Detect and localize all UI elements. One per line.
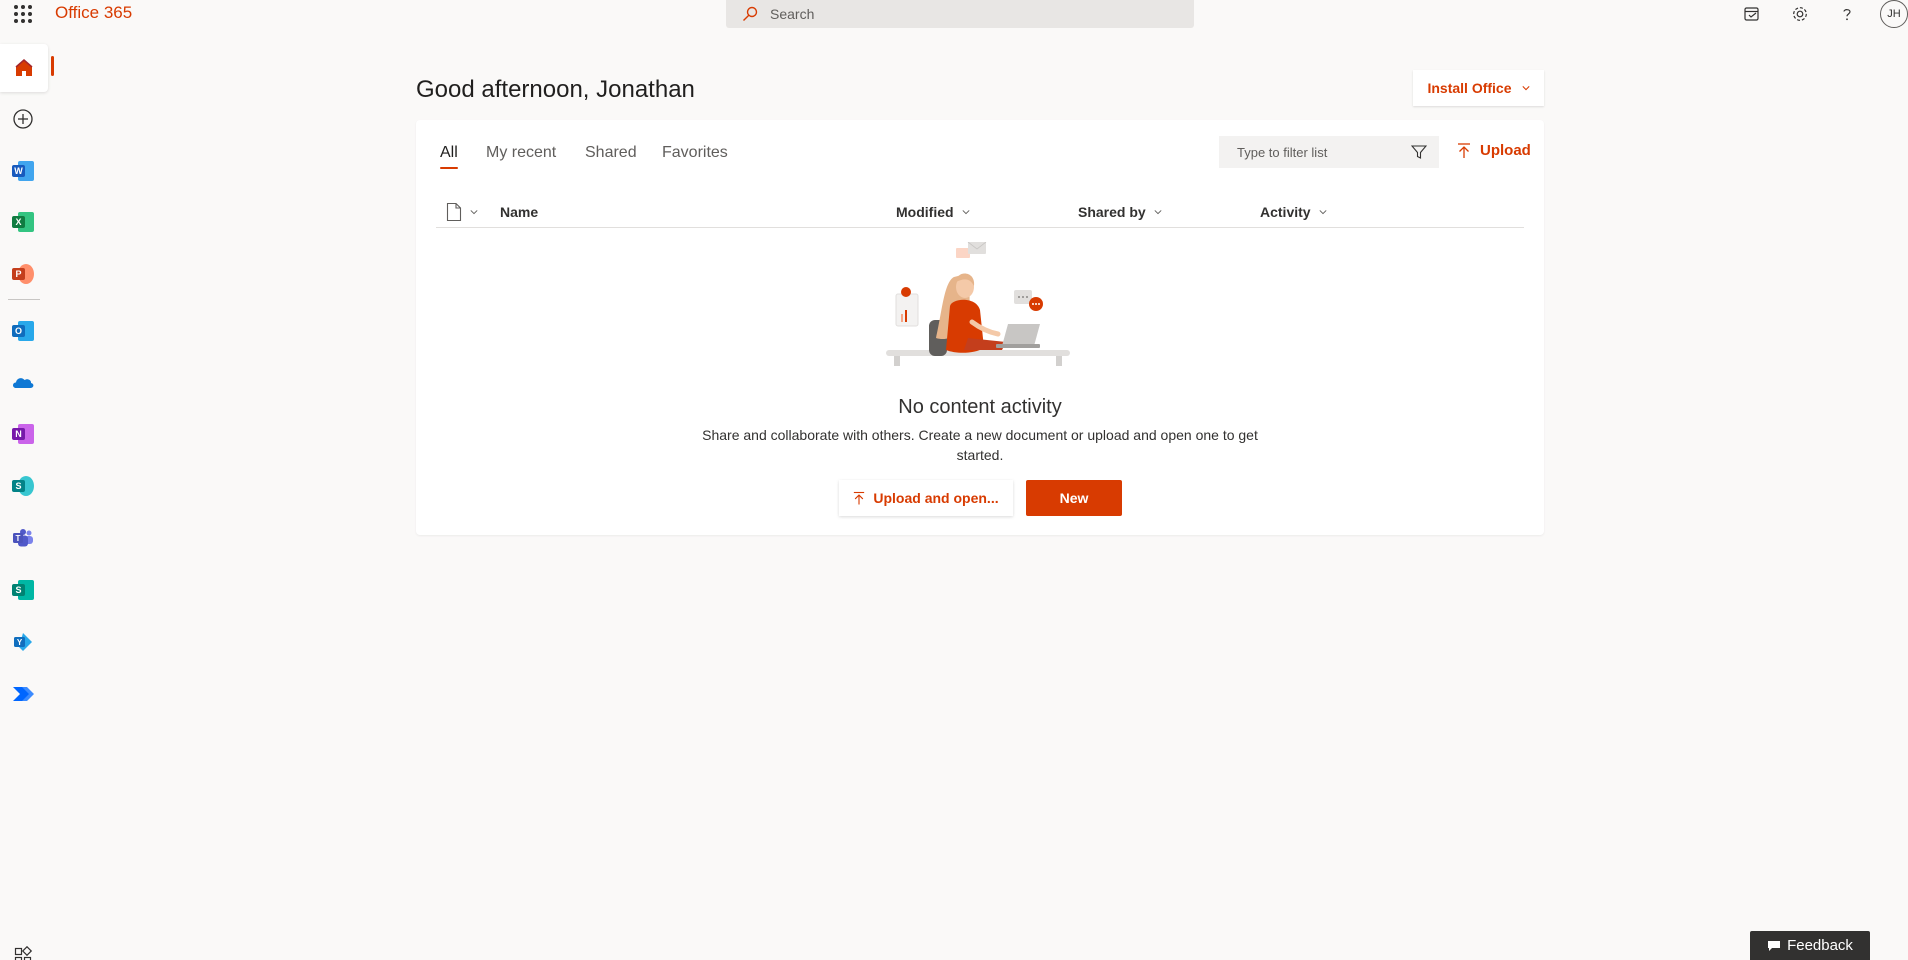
greeting-title: Good afternoon, Jonathan bbox=[416, 76, 695, 103]
modified-column-header[interactable]: Modified bbox=[896, 204, 970, 220]
rail-item-powerpoint[interactable]: P bbox=[0, 250, 46, 298]
all-apps-icon bbox=[14, 946, 33, 960]
rail-item-onedrive[interactable] bbox=[0, 358, 46, 406]
chevron-down-icon bbox=[1154, 210, 1162, 215]
rail-item-yammer[interactable]: Y bbox=[0, 618, 46, 666]
home-icon bbox=[15, 59, 33, 76]
empty-state-description: Share and collaborate with others. Creat… bbox=[702, 427, 1258, 463]
install-office-button[interactable]: Install Office bbox=[1413, 70, 1544, 106]
chevron-down-icon bbox=[1521, 86, 1530, 91]
documents-card: All My recent Shared Favorites Upload Na… bbox=[416, 120, 1544, 535]
settings-icon[interactable] bbox=[1788, 2, 1812, 26]
filter-input[interactable] bbox=[1237, 142, 1397, 162]
search-box[interactable] bbox=[726, 0, 1194, 28]
tab-all[interactable]: All bbox=[440, 144, 458, 169]
onedrive-icon bbox=[13, 378, 34, 388]
shared-by-column-header[interactable]: Shared by bbox=[1078, 204, 1162, 220]
tab-shared[interactable]: Shared bbox=[585, 144, 637, 162]
add-circle-icon bbox=[13, 109, 33, 129]
feedback-button[interactable]: Feedback bbox=[1750, 931, 1870, 960]
search-input[interactable] bbox=[770, 4, 1170, 24]
upload-icon bbox=[854, 491, 865, 504]
rail-item-sway[interactable]: S bbox=[0, 566, 46, 614]
rail-item-home[interactable] bbox=[0, 44, 54, 92]
search-icon bbox=[743, 6, 758, 21]
svg-text:Y: Y bbox=[17, 638, 23, 647]
rail-item-teams[interactable]: T bbox=[0, 514, 46, 562]
sway-icon: S bbox=[12, 580, 34, 600]
word-icon: W bbox=[12, 161, 34, 181]
modified-column-label: Modified bbox=[896, 204, 954, 220]
rail-item-power-automate[interactable] bbox=[0, 670, 46, 718]
power-automate-icon bbox=[13, 687, 34, 701]
upload-and-open-button[interactable]: Upload and open... bbox=[839, 480, 1013, 516]
name-column-header[interactable]: Name bbox=[500, 204, 538, 220]
upload-button[interactable]: Upload bbox=[1457, 142, 1531, 159]
sharepoint-icon: S bbox=[12, 476, 34, 496]
chevron-down-icon bbox=[962, 210, 970, 215]
rail-item-outlook[interactable]: O bbox=[0, 307, 46, 355]
feedback-label: Feedback bbox=[1787, 937, 1853, 954]
powerpoint-icon: P bbox=[12, 264, 34, 284]
shared-by-column-label: Shared by bbox=[1078, 204, 1146, 220]
feedback-icon bbox=[1768, 940, 1781, 951]
new-document-button[interactable]: New bbox=[1026, 480, 1122, 516]
chevron-down-icon bbox=[470, 210, 478, 215]
rail-item-create[interactable] bbox=[0, 95, 46, 143]
top-bar: Office 365 JH bbox=[0, 0, 1908, 28]
empty-state-title: No content activity bbox=[898, 396, 1062, 418]
document-icon bbox=[446, 202, 462, 222]
yammer-icon: Y bbox=[14, 633, 32, 651]
help-icon[interactable] bbox=[1835, 2, 1859, 26]
table-header: Name Modified Shared by Activity bbox=[436, 196, 1524, 228]
brand-title[interactable]: Office 365 bbox=[55, 3, 132, 23]
rail-item-sharepoint[interactable]: S bbox=[0, 462, 46, 510]
app-rail: W X P O N S T S Y bbox=[0, 44, 54, 960]
rail-item-onenote[interactable]: N bbox=[0, 410, 46, 458]
file-type-column-header[interactable] bbox=[446, 202, 478, 222]
avatar[interactable]: JH bbox=[1880, 0, 1908, 28]
activity-column-header[interactable]: Activity bbox=[1260, 204, 1327, 220]
filter-icon[interactable] bbox=[1411, 144, 1427, 160]
rail-item-excel[interactable]: X bbox=[0, 198, 46, 246]
activity-column-label: Activity bbox=[1260, 204, 1311, 220]
chevron-down-icon bbox=[1319, 210, 1327, 215]
outlook-icon: O bbox=[12, 321, 34, 341]
svg-text:T: T bbox=[16, 534, 21, 543]
filter-box[interactable] bbox=[1219, 136, 1439, 168]
empty-state-illustration bbox=[886, 242, 1070, 366]
my-day-icon[interactable] bbox=[1740, 2, 1764, 26]
tab-favorites[interactable]: Favorites bbox=[662, 144, 728, 162]
name-column-label: Name bbox=[500, 204, 539, 220]
upload-and-open-label: Upload and open... bbox=[873, 490, 999, 506]
app-launcher-icon[interactable] bbox=[14, 5, 32, 23]
upload-icon bbox=[1458, 142, 1470, 158]
rail-item-word[interactable]: W bbox=[0, 147, 46, 195]
tab-my-recent[interactable]: My recent bbox=[486, 144, 556, 162]
upload-label: Upload bbox=[1480, 142, 1531, 159]
onenote-icon: N bbox=[12, 424, 34, 444]
install-office-label: Install Office bbox=[1427, 80, 1512, 96]
excel-icon: X bbox=[12, 212, 34, 232]
rail-divider bbox=[8, 299, 40, 300]
rail-item-all-apps[interactable] bbox=[0, 936, 46, 960]
teams-icon: T bbox=[13, 529, 33, 547]
